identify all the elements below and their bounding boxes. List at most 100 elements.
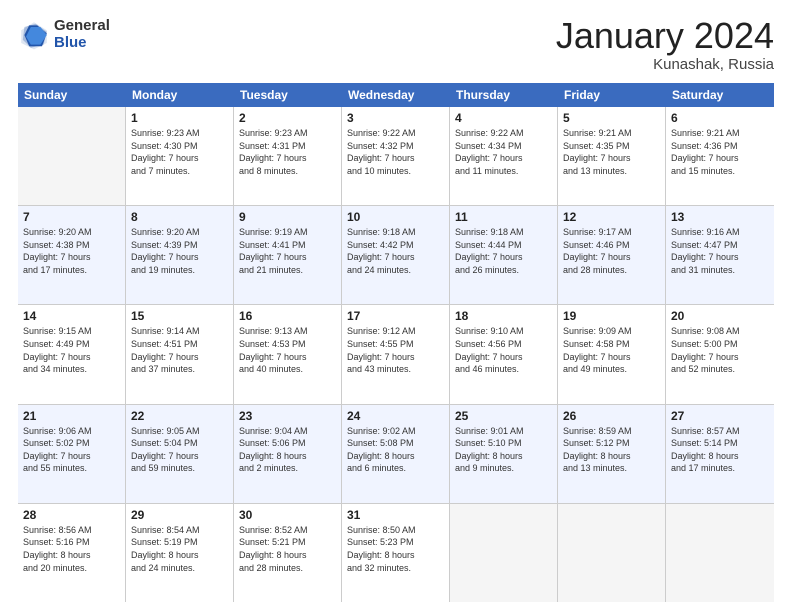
sunset-text: Sunset: 5:19 PM — [131, 536, 228, 549]
logo-icon — [18, 19, 50, 51]
sunrise-text: Sunrise: 9:21 AM — [671, 127, 769, 140]
cal-cell-3-4: 25 Sunrise: 9:01 AMSunset: 5:10 PMDayligh… — [450, 405, 558, 503]
calendar-header: Sunday Monday Tuesday Wednesday Thursday… — [18, 83, 774, 107]
sunrise-text: Sunrise: 9:17 AM — [563, 226, 660, 239]
sunset-text: Sunset: 4:51 PM — [131, 338, 228, 351]
sunset-text: Sunset: 4:41 PM — [239, 239, 336, 252]
sunrise-text: Sunrise: 9:10 AM — [455, 325, 552, 338]
cal-cell-1-4: 11Sunrise: 9:18 AMSunset: 4:44 PMDayligh… — [450, 206, 558, 304]
sunrise-text: Sunrise: 9:20 AM — [131, 226, 228, 239]
cal-cell-4-6 — [666, 504, 774, 602]
cal-cell-1-5: 12Sunrise: 9:17 AMSunset: 4:46 PMDayligh… — [558, 206, 666, 304]
day-number: 19 — [563, 309, 660, 323]
daylight-text: Daylight: 8 hours — [455, 450, 552, 463]
daylight-text: Daylight: 8 hours — [239, 549, 336, 562]
sunset-text: Sunset: 5:21 PM — [239, 536, 336, 549]
sunset-text: Sunset: 4:32 PM — [347, 140, 444, 153]
sunrise-text: Sunrise: 9:01 AM — [455, 425, 552, 438]
sunrise-text: Sunrise: 8:54 AM — [131, 524, 228, 537]
sunset-text: Sunset: 4:56 PM — [455, 338, 552, 351]
daylight-text-2: and 7 minutes. — [131, 165, 228, 178]
daylight-text: Daylight: 7 hours — [23, 450, 120, 463]
sunset-text: Sunset: 4:42 PM — [347, 239, 444, 252]
cal-cell-0-4: 4Sunrise: 9:22 AMSunset: 4:34 PMDaylight… — [450, 107, 558, 205]
sunrise-text: Sunrise: 8:56 AM — [23, 524, 120, 537]
cal-cell-4-3: 31Sunrise: 8:50 AMSunset: 5:23 PMDayligh… — [342, 504, 450, 602]
daylight-text-2: and 11 minutes. — [455, 165, 552, 178]
daylight-text-2: and 43 minutes. — [347, 363, 444, 376]
day-number: 12 — [563, 210, 660, 224]
sunset-text: Sunset: 5:16 PM — [23, 536, 120, 549]
daylight-text: Daylight: 7 hours — [563, 152, 660, 165]
sunrise-text: Sunrise: 9:05 AM — [131, 425, 228, 438]
cal-cell-0-5: 5Sunrise: 9:21 AMSunset: 4:35 PMDaylight… — [558, 107, 666, 205]
day-number: 5 — [563, 111, 660, 125]
sunrise-text: Sunrise: 9:21 AM — [563, 127, 660, 140]
cal-cell-0-1: 1Sunrise: 9:23 AMSunset: 4:30 PMDaylight… — [126, 107, 234, 205]
cal-cell-2-3: 17Sunrise: 9:12 AMSunset: 4:55 PMDayligh… — [342, 305, 450, 403]
sunset-text: Sunset: 5:08 PM — [347, 437, 444, 450]
sunrise-text: Sunrise: 9:16 AM — [671, 226, 769, 239]
header-saturday: Saturday — [666, 83, 774, 107]
day-number: 31 — [347, 508, 444, 522]
sunrise-text: Sunrise: 9:22 AM — [455, 127, 552, 140]
day-number: 15 — [131, 309, 228, 323]
calendar: Sunday Monday Tuesday Wednesday Thursday… — [18, 83, 774, 602]
daylight-text: Daylight: 8 hours — [239, 450, 336, 463]
sunrise-text: Sunrise: 8:59 AM — [563, 425, 660, 438]
sunrise-text: Sunrise: 9:23 AM — [239, 127, 336, 140]
sunrise-text: Sunrise: 8:50 AM — [347, 524, 444, 537]
sunset-text: Sunset: 4:49 PM — [23, 338, 120, 351]
header-thursday: Thursday — [450, 83, 558, 107]
sunrise-text: Sunrise: 9:02 AM — [347, 425, 444, 438]
daylight-text-2: and 28 minutes. — [239, 562, 336, 575]
sunrise-text: Sunrise: 9:15 AM — [23, 325, 120, 338]
day-number: 25 — [455, 409, 552, 423]
daylight-text: Daylight: 7 hours — [347, 251, 444, 264]
day-number: 2 — [239, 111, 336, 125]
day-number: 9 — [239, 210, 336, 224]
sunset-text: Sunset: 4:55 PM — [347, 338, 444, 351]
cal-cell-3-6: 27Sunrise: 8:57 AMSunset: 5:14 PMDayligh… — [666, 405, 774, 503]
day-number: 4 — [455, 111, 552, 125]
day-number: 27 — [671, 409, 769, 423]
cal-cell-1-0: 7Sunrise: 9:20 AMSunset: 4:38 PMDaylight… — [18, 206, 126, 304]
cal-cell-1-1: 8Sunrise: 9:20 AMSunset: 4:39 PMDaylight… — [126, 206, 234, 304]
cal-cell-0-3: 3Sunrise: 9:22 AMSunset: 4:32 PMDaylight… — [342, 107, 450, 205]
daylight-text: Daylight: 7 hours — [347, 152, 444, 165]
day-number: 8 — [131, 210, 228, 224]
daylight-text: Daylight: 8 hours — [131, 549, 228, 562]
sunrise-text: Sunrise: 9:23 AM — [131, 127, 228, 140]
day-number: 23 — [239, 409, 336, 423]
cal-cell-3-1: 22Sunrise: 9:05 AMSunset: 5:04 PMDayligh… — [126, 405, 234, 503]
daylight-text-2: and 9 minutes. — [455, 462, 552, 475]
sunset-text: Sunset: 4:38 PM — [23, 239, 120, 252]
day-number: 26 — [563, 409, 660, 423]
daylight-text-2: and 10 minutes. — [347, 165, 444, 178]
daylight-text: Daylight: 7 hours — [671, 351, 769, 364]
sunset-text: Sunset: 4:53 PM — [239, 338, 336, 351]
daylight-text-2: and 2 minutes. — [239, 462, 336, 475]
daylight-text-2: and 21 minutes. — [239, 264, 336, 277]
header: General Blue January 2024 Kunashak, Russ… — [18, 18, 774, 73]
week-row-4: 28Sunrise: 8:56 AMSunset: 5:16 PMDayligh… — [18, 504, 774, 602]
daylight-text-2: and 55 minutes. — [23, 462, 120, 475]
sunset-text: Sunset: 5:06 PM — [239, 437, 336, 450]
logo: General Blue — [18, 18, 110, 51]
cal-cell-4-1: 29Sunrise: 8:54 AMSunset: 5:19 PMDayligh… — [126, 504, 234, 602]
day-number: 17 — [347, 309, 444, 323]
header-monday: Monday — [126, 83, 234, 107]
cal-cell-2-1: 15Sunrise: 9:14 AMSunset: 4:51 PMDayligh… — [126, 305, 234, 403]
sunrise-text: Sunrise: 9:12 AM — [347, 325, 444, 338]
cal-cell-4-0: 28Sunrise: 8:56 AMSunset: 5:16 PMDayligh… — [18, 504, 126, 602]
daylight-text-2: and 17 minutes. — [671, 462, 769, 475]
calendar-page: General Blue January 2024 Kunashak, Russ… — [0, 0, 792, 612]
cal-cell-0-0 — [18, 107, 126, 205]
header-wednesday: Wednesday — [342, 83, 450, 107]
cal-cell-0-2: 2Sunrise: 9:23 AMSunset: 4:31 PMDaylight… — [234, 107, 342, 205]
day-number: 16 — [239, 309, 336, 323]
sunrise-text: Sunrise: 9:04 AM — [239, 425, 336, 438]
sunset-text: Sunset: 5:10 PM — [455, 437, 552, 450]
sunset-text: Sunset: 4:34 PM — [455, 140, 552, 153]
daylight-text-2: and 49 minutes. — [563, 363, 660, 376]
